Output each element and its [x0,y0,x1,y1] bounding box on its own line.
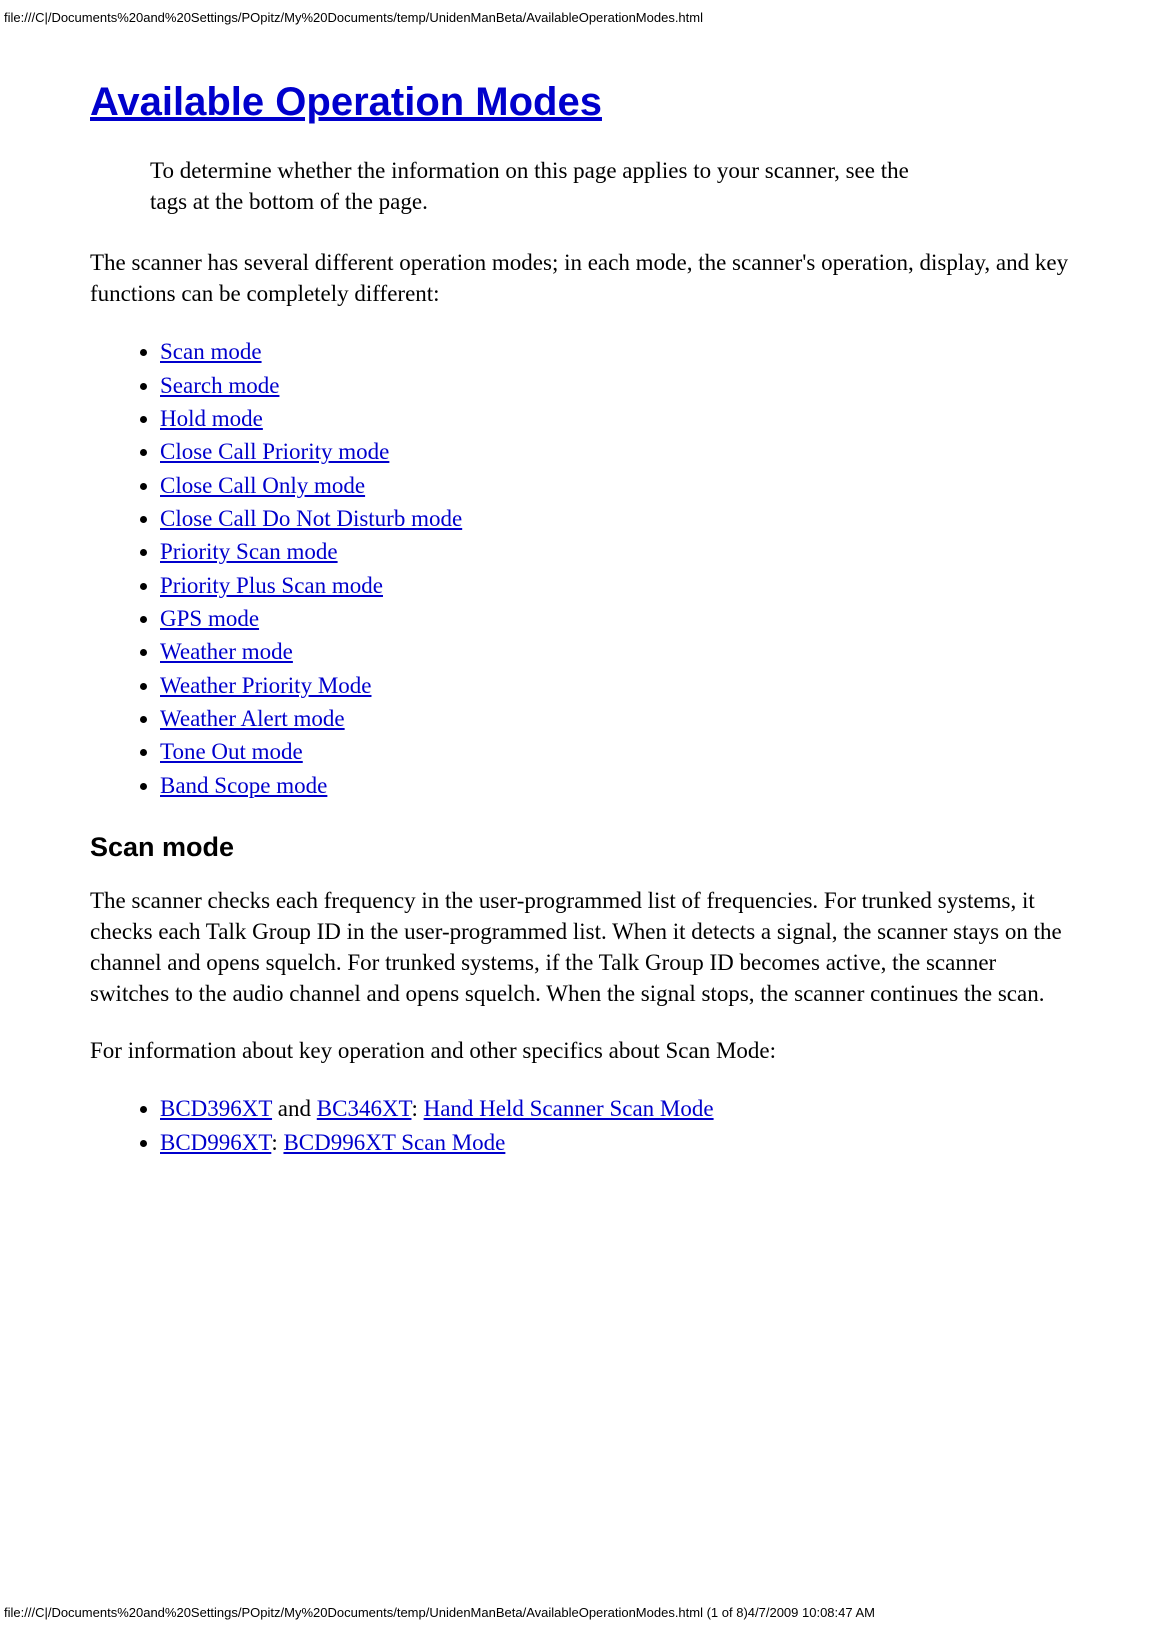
mode-list: Scan mode Search mode Hold mode Close Ca… [90,335,1075,802]
mode-link-weather-alert[interactable]: Weather Alert mode [160,706,345,731]
page-title-link[interactable]: Available Operation Modes [90,80,1075,125]
list-item: Weather mode [160,635,1075,668]
intro-paragraph: The scanner has several different operat… [90,247,1075,309]
mode-link-priority-scan[interactable]: Priority Scan mode [160,539,338,564]
footer-file-path: file:///C|/Documents%20and%20Settings/PO… [4,1605,875,1620]
scan-mode-refs-intro: For information about key operation and … [90,1035,1075,1066]
ref-link-bcd996xt-scan-mode[interactable]: BCD996XT Scan Mode [283,1130,505,1155]
mode-link-weather[interactable]: Weather mode [160,639,293,664]
ref-sep-colon-2: : [271,1130,283,1155]
mode-link-cc-dnd[interactable]: Close Call Do Not Disturb mode [160,506,462,531]
mode-link-gps[interactable]: GPS mode [160,606,259,631]
list-item: GPS mode [160,602,1075,635]
list-item: BCD396XT and BC346XT: Hand Held Scanner … [160,1092,1075,1125]
list-item: Close Call Priority mode [160,435,1075,468]
ref-sep-and: and [272,1096,317,1121]
mode-link-cc-only[interactable]: Close Call Only mode [160,473,365,498]
list-item: Weather Alert mode [160,702,1075,735]
ref-link-handheld-scan-mode[interactable]: Hand Held Scanner Scan Mode [424,1096,714,1121]
mode-link-weather-priority[interactable]: Weather Priority Mode [160,673,371,698]
header-file-path: file:///C|/Documents%20and%20Settings/PO… [0,8,1165,25]
list-item: Priority Plus Scan mode [160,569,1075,602]
list-item: BCD996XT: BCD996XT Scan Mode [160,1126,1075,1159]
mode-link-tone-out[interactable]: Tone Out mode [160,739,303,764]
mode-link-scan[interactable]: Scan mode [160,339,262,364]
document-content: Available Operation Modes To determine w… [0,25,1165,1159]
reference-list: BCD396XT and BC346XT: Hand Held Scanner … [90,1092,1075,1159]
scan-mode-description: The scanner checks each frequency in the… [90,885,1075,1009]
list-item: Band Scope mode [160,769,1075,802]
list-item: Close Call Do Not Disturb mode [160,502,1075,535]
list-item: Weather Priority Mode [160,669,1075,702]
ref-link-bc346xt[interactable]: BC346XT [317,1096,412,1121]
mode-link-search[interactable]: Search mode [160,373,279,398]
applicability-note: To determine whether the information on … [150,155,910,217]
ref-sep-colon: : [411,1096,423,1121]
list-item: Priority Scan mode [160,535,1075,568]
list-item: Hold mode [160,402,1075,435]
mode-link-cc-priority[interactable]: Close Call Priority mode [160,439,389,464]
list-item: Search mode [160,369,1075,402]
section-heading-scan-mode: Scan mode [90,832,1075,863]
list-item: Scan mode [160,335,1075,368]
mode-link-priority-plus[interactable]: Priority Plus Scan mode [160,573,383,598]
page-container: file:///C|/Documents%20and%20Settings/PO… [0,0,1165,1628]
mode-link-band-scope[interactable]: Band Scope mode [160,773,327,798]
ref-link-bcd996xt[interactable]: BCD996XT [160,1130,271,1155]
ref-link-bcd396xt[interactable]: BCD396XT [160,1096,272,1121]
list-item: Tone Out mode [160,735,1075,768]
mode-link-hold[interactable]: Hold mode [160,406,263,431]
list-item: Close Call Only mode [160,469,1075,502]
